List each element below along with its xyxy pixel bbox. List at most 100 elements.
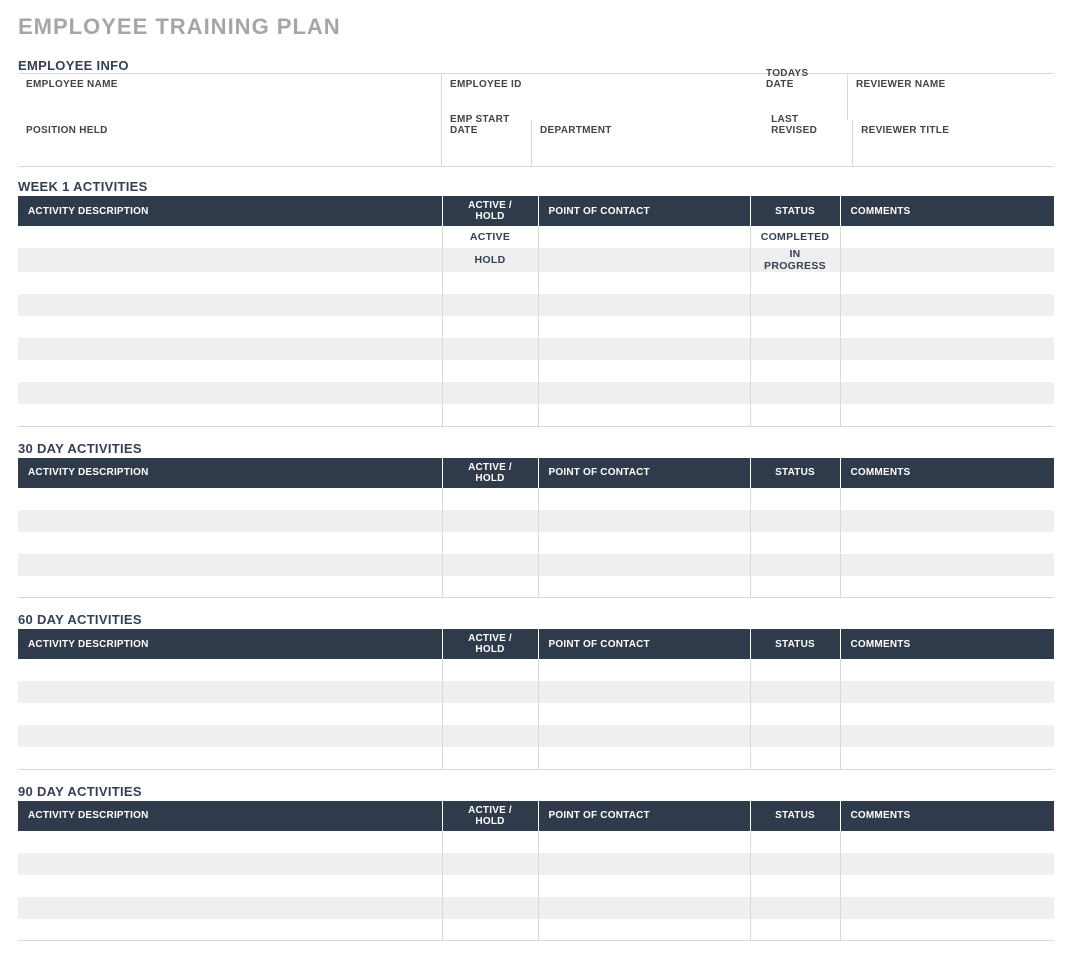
cell-point-of-contact[interactable] — [538, 853, 750, 875]
cell-active-hold[interactable] — [442, 272, 538, 294]
cell-active-hold[interactable]: HOLD — [442, 248, 538, 272]
cell-point-of-contact[interactable] — [538, 747, 750, 769]
cell-activity-description[interactable] — [18, 294, 442, 316]
cell-activity-description[interactable] — [18, 338, 442, 360]
cell-active-hold[interactable] — [442, 725, 538, 747]
cell-comments[interactable] — [840, 338, 1054, 360]
cell-active-hold[interactable] — [442, 897, 538, 919]
cell-status[interactable] — [750, 338, 840, 360]
cell-comments[interactable] — [840, 554, 1054, 576]
cell-status[interactable]: IN PROGRESS — [750, 248, 840, 272]
cell-point-of-contact[interactable] — [538, 554, 750, 576]
cell-active-hold[interactable] — [442, 316, 538, 338]
cell-comments[interactable] — [840, 725, 1054, 747]
cell-comments[interactable] — [840, 576, 1054, 598]
cell-point-of-contact[interactable] — [538, 659, 750, 681]
value-position-held[interactable] — [26, 136, 433, 166]
cell-status[interactable] — [750, 488, 840, 510]
cell-activity-description[interactable] — [18, 919, 442, 941]
cell-point-of-contact[interactable] — [538, 382, 750, 404]
value-emp-start-date[interactable] — [450, 136, 523, 166]
cell-active-hold[interactable] — [442, 659, 538, 681]
cell-active-hold[interactable] — [442, 831, 538, 853]
cell-activity-description[interactable] — [18, 703, 442, 725]
cell-point-of-contact[interactable] — [538, 576, 750, 598]
cell-comments[interactable] — [840, 226, 1054, 248]
cell-status[interactable] — [750, 703, 840, 725]
cell-status[interactable] — [750, 831, 840, 853]
cell-status[interactable] — [750, 659, 840, 681]
cell-status[interactable] — [750, 532, 840, 554]
cell-status[interactable] — [750, 681, 840, 703]
cell-comments[interactable] — [840, 272, 1054, 294]
cell-status[interactable] — [750, 747, 840, 769]
cell-point-of-contact[interactable] — [538, 681, 750, 703]
cell-active-hold[interactable] — [442, 404, 538, 426]
cell-point-of-contact[interactable] — [538, 226, 750, 248]
cell-activity-description[interactable] — [18, 382, 442, 404]
cell-activity-description[interactable] — [18, 875, 442, 897]
cell-point-of-contact[interactable] — [538, 488, 750, 510]
cell-active-hold[interactable] — [442, 294, 538, 316]
value-last-revised[interactable] — [771, 136, 844, 166]
cell-active-hold[interactable] — [442, 488, 538, 510]
cell-status[interactable] — [750, 853, 840, 875]
cell-status[interactable] — [750, 404, 840, 426]
cell-active-hold[interactable] — [442, 510, 538, 532]
cell-comments[interactable] — [840, 404, 1054, 426]
cell-active-hold[interactable] — [442, 747, 538, 769]
cell-comments[interactable] — [840, 747, 1054, 769]
cell-active-hold[interactable] — [442, 338, 538, 360]
cell-point-of-contact[interactable] — [538, 831, 750, 853]
cell-point-of-contact[interactable] — [538, 360, 750, 382]
cell-active-hold[interactable] — [442, 360, 538, 382]
cell-comments[interactable] — [840, 919, 1054, 941]
cell-comments[interactable] — [840, 659, 1054, 681]
cell-comments[interactable] — [840, 897, 1054, 919]
cell-point-of-contact[interactable] — [538, 532, 750, 554]
cell-active-hold[interactable] — [442, 532, 538, 554]
cell-point-of-contact[interactable] — [538, 875, 750, 897]
cell-point-of-contact[interactable] — [538, 725, 750, 747]
cell-status[interactable] — [750, 294, 840, 316]
cell-status[interactable] — [750, 554, 840, 576]
cell-activity-description[interactable] — [18, 681, 442, 703]
cell-comments[interactable] — [840, 488, 1054, 510]
cell-active-hold[interactable]: ACTIVE — [442, 226, 538, 248]
cell-point-of-contact[interactable] — [538, 404, 750, 426]
cell-active-hold[interactable] — [442, 875, 538, 897]
cell-comments[interactable] — [840, 532, 1054, 554]
cell-comments[interactable] — [840, 360, 1054, 382]
cell-status[interactable] — [750, 382, 840, 404]
cell-activity-description[interactable] — [18, 725, 442, 747]
value-department[interactable] — [540, 136, 736, 166]
cell-status[interactable] — [750, 510, 840, 532]
cell-point-of-contact[interactable] — [538, 294, 750, 316]
cell-active-hold[interactable] — [442, 703, 538, 725]
cell-point-of-contact[interactable] — [538, 248, 750, 272]
cell-point-of-contact[interactable] — [538, 510, 750, 532]
cell-status[interactable] — [750, 576, 840, 598]
cell-activity-description[interactable] — [18, 831, 442, 853]
cell-active-hold[interactable] — [442, 576, 538, 598]
cell-status[interactable] — [750, 272, 840, 294]
cell-active-hold[interactable] — [442, 382, 538, 404]
cell-active-hold[interactable] — [442, 554, 538, 576]
cell-comments[interactable] — [840, 382, 1054, 404]
cell-status[interactable] — [750, 875, 840, 897]
cell-point-of-contact[interactable] — [538, 703, 750, 725]
cell-status[interactable] — [750, 919, 840, 941]
cell-point-of-contact[interactable] — [538, 316, 750, 338]
cell-active-hold[interactable] — [442, 853, 538, 875]
value-employee-name[interactable] — [26, 90, 433, 120]
cell-activity-description[interactable] — [18, 360, 442, 382]
cell-point-of-contact[interactable] — [538, 338, 750, 360]
cell-activity-description[interactable] — [18, 576, 442, 598]
cell-activity-description[interactable] — [18, 248, 442, 272]
cell-activity-description[interactable] — [18, 226, 442, 248]
cell-activity-description[interactable] — [18, 272, 442, 294]
cell-activity-description[interactable] — [18, 554, 442, 576]
cell-activity-description[interactable] — [18, 659, 442, 681]
cell-activity-description[interactable] — [18, 404, 442, 426]
cell-status[interactable] — [750, 360, 840, 382]
